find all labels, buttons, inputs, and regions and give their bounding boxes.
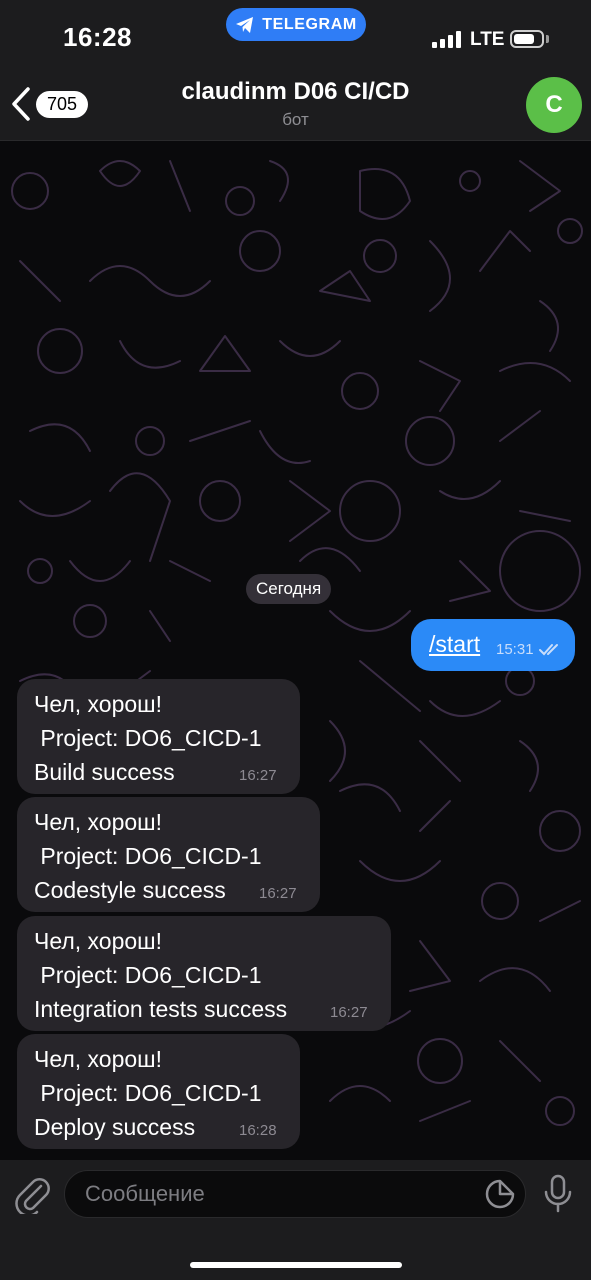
message-line: Чел, хорош! [34, 809, 163, 835]
chat-area[interactable]: Сегодня /start 15:31 Чел, хорош! Project… [0, 141, 591, 1160]
network-type: LTE [470, 29, 505, 50]
message-time: 16:27 [259, 885, 297, 902]
message-command-link[interactable]: /start [429, 631, 480, 658]
battery-icon [510, 30, 544, 48]
incoming-message[interactable]: Чел, хорош! Project: DO6_CICD-1 Build su… [17, 679, 300, 794]
message-input[interactable] [64, 1170, 526, 1218]
message-line: Чел, хорош! [34, 928, 163, 954]
message-time: 15:31 [496, 641, 534, 658]
return-to-telegram-pill[interactable]: TELEGRAM [226, 8, 366, 41]
message-line: Project: DO6_CICD-1 [34, 962, 262, 988]
message-line: Чел, хорош! [34, 1046, 163, 1072]
battery-cap [546, 35, 549, 43]
battery-level [514, 34, 534, 44]
message-line: Project: DO6_CICD-1 [34, 725, 262, 751]
attach-button[interactable] [15, 1174, 51, 1219]
signal-strength-icon [432, 30, 461, 48]
message-time: 16:27 [330, 1004, 368, 1021]
message-time: 16:28 [239, 1122, 277, 1139]
message-time: 16:27 [239, 767, 277, 784]
date-separator: Сегодня [246, 574, 332, 604]
status-time: 16:28 [63, 22, 132, 52]
message-line: Integration tests success [34, 996, 288, 1022]
incoming-message[interactable]: Чел, хорош! Project: DO6_CICD-1 Codestyl… [17, 797, 320, 912]
paperclip-icon [15, 1178, 50, 1217]
telegram-pill-label: TELEGRAM [262, 15, 357, 33]
message-line: Project: DO6_CICD-1 [34, 843, 262, 869]
chat-header: 705 claudinm D06 CI/CD бот C [0, 70, 591, 141]
telegram-plane-icon [236, 16, 254, 33]
incoming-message[interactable]: Чел, хорош! Project: DO6_CICD-1 Integrat… [17, 916, 391, 1031]
sticker-button[interactable] [484, 1178, 516, 1215]
avatar[interactable]: C [526, 77, 582, 133]
status-bar: 16:28 TELEGRAM LTE [0, 0, 591, 70]
message-line: Чел, хорош! [34, 691, 163, 717]
chat-title[interactable]: claudinm D06 CI/CD [0, 78, 591, 106]
outgoing-message[interactable]: /start 15:31 [411, 619, 575, 671]
microphone-button[interactable] [542, 1174, 574, 1219]
home-indicator [190, 1262, 402, 1268]
incoming-message[interactable]: Чел, хорош! Project: DO6_CICD-1 Deploy s… [17, 1034, 300, 1149]
microphone-icon [544, 1174, 572, 1213]
chat-subtitle: бот [282, 110, 309, 129]
sticker-icon [485, 1179, 515, 1209]
double-check-icon [539, 644, 558, 656]
message-line: Project: DO6_CICD-1 [34, 1080, 262, 1106]
